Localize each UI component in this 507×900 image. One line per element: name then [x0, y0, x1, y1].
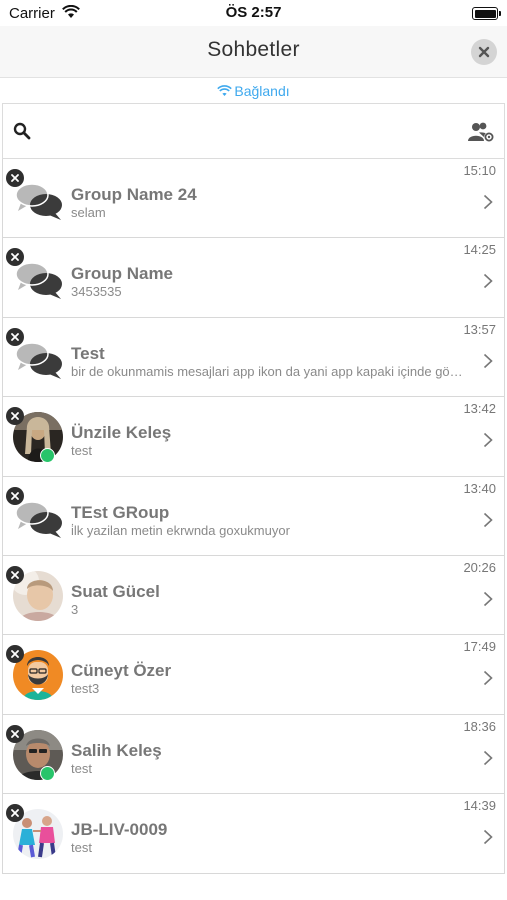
- chat-name: Ünzile Keleş: [71, 423, 172, 443]
- chevron-right-icon: [483, 353, 493, 368]
- nav-bar: Sohbetler: [0, 26, 507, 78]
- chat-last-message: 3: [71, 601, 79, 617]
- list-item[interactable]: Suat Gücel 3 20:26: [2, 555, 505, 636]
- list-item[interactable]: Group Name 24 selam 15:10: [2, 159, 505, 239]
- list-item[interactable]: Cüneyt Özer test3 17:49: [2, 635, 505, 715]
- list-item[interactable]: JB-LIV-0009 test 14:39: [2, 794, 505, 874]
- chat-time: 18:36: [463, 718, 496, 734]
- close-icon: [11, 491, 19, 500]
- chat-time: 17:49: [463, 639, 496, 655]
- group-chat-icon: [15, 183, 62, 220]
- close-icon: [11, 571, 19, 579]
- chevron-right-icon: [483, 194, 493, 210]
- chevron-right-icon: [483, 671, 493, 686]
- search-input[interactable]: [39, 116, 459, 146]
- group-chat-icon: [15, 342, 62, 379]
- chat-last-message: 3453535: [71, 284, 122, 300]
- close-icon: [11, 809, 19, 818]
- delete-chat-button[interactable]: [6, 724, 24, 743]
- status-time: ÖS 2:57: [225, 4, 282, 21]
- battery-icon: [472, 7, 501, 20]
- close-icon: [11, 650, 19, 659]
- chat-last-message: test3: [71, 681, 100, 697]
- chat-time: 14:25: [463, 242, 496, 258]
- chat-name: TEst GRoup: [71, 502, 170, 522]
- chat-last-message: test: [71, 443, 92, 459]
- search-bar: [2, 103, 505, 159]
- delete-chat-button[interactable]: [6, 486, 24, 505]
- chat-name: Salih Keleş: [71, 740, 162, 760]
- group-chat-icon: [15, 500, 62, 538]
- page-title: Sohbetler: [207, 38, 300, 61]
- chat-last-message: bir de okunmamis mesajlari app ikon da y…: [71, 363, 469, 379]
- chat-time: 13:57: [463, 321, 496, 337]
- chevron-right-icon: [483, 274, 493, 289]
- list-item[interactable]: Group Name 3453535 14:25: [2, 238, 505, 318]
- list-item[interactable]: Ünzile Keleş test 13:42: [2, 397, 505, 477]
- close-icon: [11, 412, 19, 421]
- close-icon: [478, 46, 490, 58]
- close-icon: [11, 174, 19, 182]
- chat-name: Group Name: [71, 264, 174, 284]
- chat-time: 14:39: [463, 798, 496, 814]
- chat-last-message: i̇lk yazilan metin ekrwnda goxukmuyor: [71, 522, 290, 538]
- delete-chat-button[interactable]: [6, 565, 24, 584]
- chat-name: Suat Gücel: [71, 581, 160, 601]
- wifi-icon: [217, 85, 233, 96]
- online-indicator: [40, 765, 55, 781]
- status-bar: Carrier ÖS 2:57: [0, 0, 507, 26]
- chat-list: Group Name 24 selam 15:10 Group Name 345…: [2, 159, 505, 874]
- chevron-right-icon: [483, 830, 493, 845]
- group-chat-icon: [15, 262, 62, 300]
- connection-status: Bağlandı: [0, 80, 507, 102]
- connection-label: Bağlandı: [234, 83, 290, 99]
- delete-chat-button[interactable]: [6, 327, 24, 346]
- chat-last-message: test: [71, 760, 92, 776]
- chevron-right-icon: [483, 433, 493, 448]
- chat-time: 13:42: [463, 401, 496, 417]
- list-item[interactable]: Salih Keleş test 18:36: [2, 714, 505, 795]
- delete-chat-button[interactable]: [6, 804, 24, 823]
- chat-name: Group Name 24: [71, 185, 197, 204]
- chat-time: 13:40: [463, 480, 496, 496]
- chat-name: Cüneyt Özer: [71, 661, 172, 681]
- chat-last-message: test: [71, 840, 92, 856]
- chat-time: 15:10: [463, 163, 496, 178]
- new-group-icon[interactable]: [467, 121, 495, 143]
- close-button[interactable]: [471, 39, 497, 65]
- chat-name: Test: [71, 343, 105, 363]
- close-icon: [11, 253, 19, 262]
- list-item[interactable]: TEst GRoup i̇lk yazilan metin ekrwnda go…: [2, 476, 505, 556]
- close-icon: [11, 729, 19, 738]
- list-item[interactable]: Test bir de okunmamis mesajlari app ikon…: [2, 317, 505, 398]
- search-icon: [13, 122, 31, 140]
- chat-time: 20:26: [463, 559, 496, 575]
- online-indicator: [40, 448, 55, 464]
- chat-last-message: selam: [71, 205, 106, 220]
- chat-name: JB-LIV-0009: [71, 820, 168, 840]
- delete-chat-button[interactable]: [6, 169, 24, 187]
- chevron-right-icon: [483, 591, 493, 607]
- chevron-right-icon: [483, 750, 493, 765]
- close-icon: [11, 332, 19, 341]
- chevron-right-icon: [483, 512, 493, 527]
